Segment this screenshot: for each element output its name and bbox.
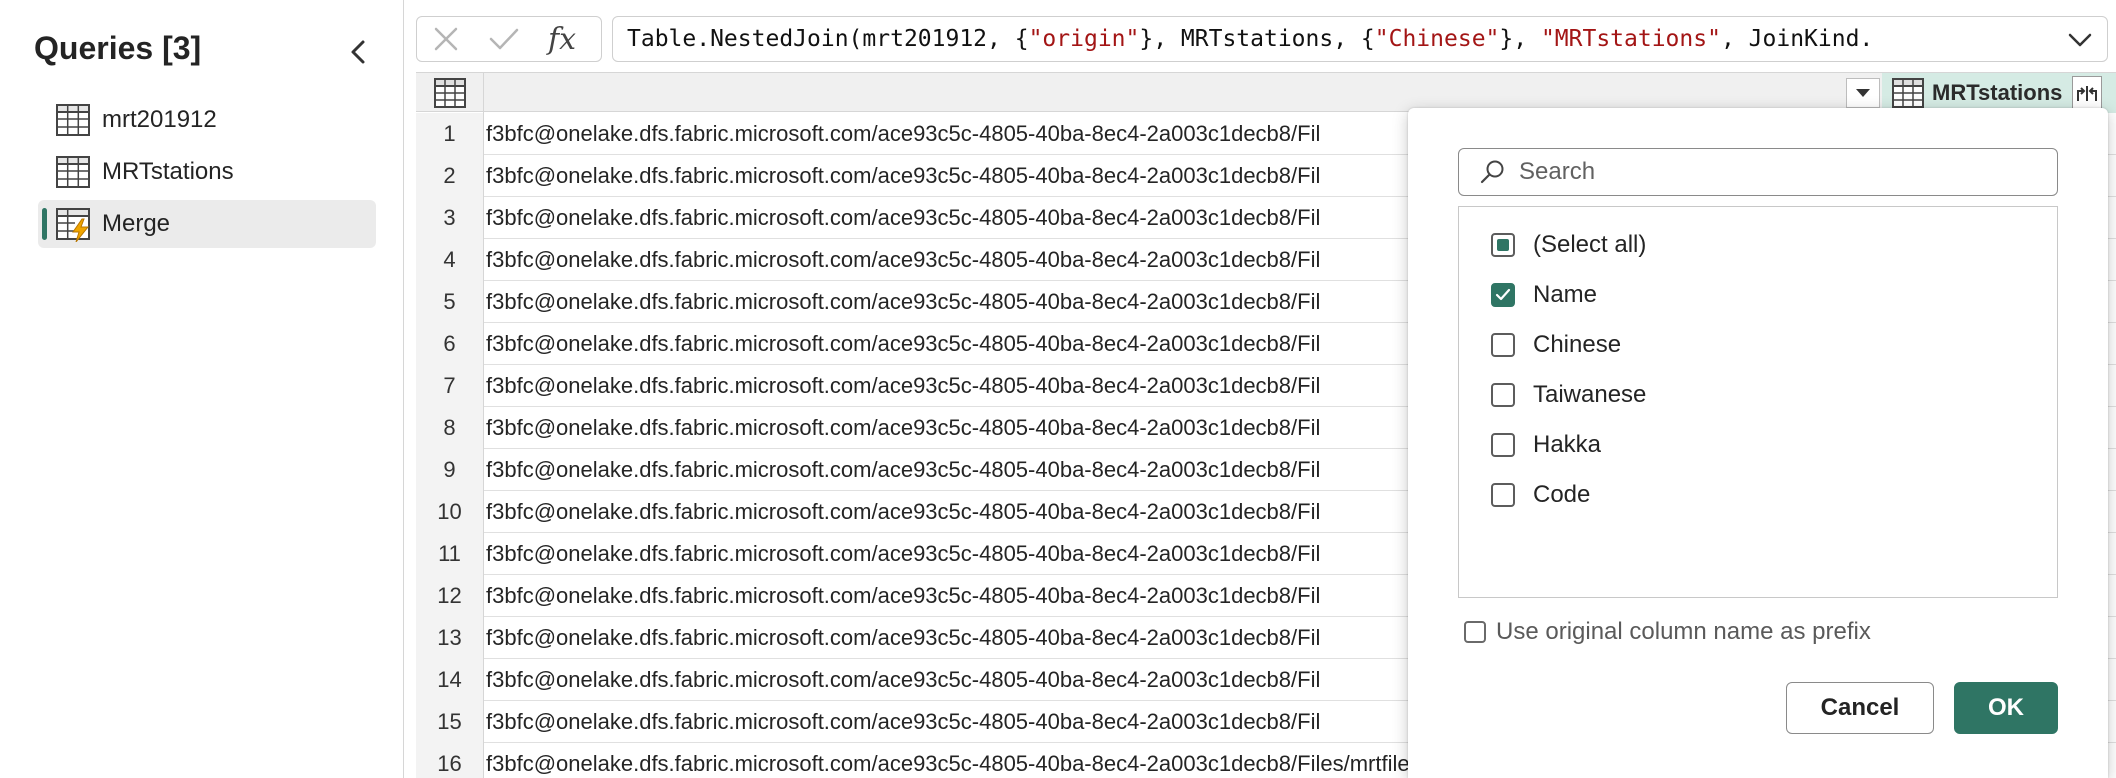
row-number[interactable]: 6 xyxy=(416,323,484,365)
table-cell[interactable]: f3bfc@onelake.dfs.fabric.microsoft.com/a… xyxy=(486,155,1320,197)
formula-string: "origin" xyxy=(1028,26,1140,52)
row-number[interactable]: 8 xyxy=(416,407,484,449)
row-number[interactable]: 7 xyxy=(416,365,484,407)
table-cell[interactable]: f3bfc@onelake.dfs.fabric.microsoft.com/a… xyxy=(486,239,1320,281)
column-option-taiwanese[interactable]: Taiwanese xyxy=(1491,375,1646,415)
expand-column-button[interactable] xyxy=(2072,76,2102,110)
row-number[interactable]: 11 xyxy=(416,533,484,575)
table-cell[interactable]: f3bfc@onelake.dfs.fabric.microsoft.com/a… xyxy=(486,491,1320,533)
table-cell[interactable]: f3bfc@onelake.dfs.fabric.microsoft.com/a… xyxy=(486,533,1320,575)
table-icon xyxy=(1892,77,1924,109)
column-filter-button[interactable] xyxy=(1846,78,1880,108)
column-list: (Select all) Name Chinese Taiwanese Hakk… xyxy=(1458,206,2058,598)
option-label: Code xyxy=(1533,481,1591,508)
table-cell[interactable]: f3bfc@onelake.dfs.fabric.microsoft.com/a… xyxy=(486,449,1320,491)
queries-pane: Queries [3] mrt201912 MRTstations Merge xyxy=(0,0,404,778)
caret-down-icon xyxy=(1856,89,1870,97)
prefix-label: Use original column name as prefix xyxy=(1496,618,1871,645)
row-number[interactable]: 10 xyxy=(416,491,484,533)
row-number[interactable]: 15 xyxy=(416,701,484,743)
checkbox-icon xyxy=(1464,621,1486,643)
table-menu-button[interactable] xyxy=(416,73,484,113)
row-number[interactable]: 2 xyxy=(416,155,484,197)
table-cell[interactable]: f3bfc@onelake.dfs.fabric.microsoft.com/a… xyxy=(486,197,1320,239)
checkbox-icon xyxy=(1491,483,1515,507)
collapse-pane-button[interactable] xyxy=(340,34,376,70)
column-option-name[interactable]: Name xyxy=(1491,275,1597,315)
table-cell[interactable]: f3bfc@onelake.dfs.fabric.microsoft.com/a… xyxy=(486,365,1320,407)
fx-button[interactable]: fx xyxy=(533,17,591,61)
formula-bar-buttons: fx xyxy=(416,16,602,62)
table-cell[interactable]: f3bfc@onelake.dfs.fabric.microsoft.com/a… xyxy=(486,701,1320,743)
close-icon xyxy=(434,27,458,51)
query-item-merge[interactable]: Merge xyxy=(38,200,376,248)
column-option-chinese[interactable]: Chinese xyxy=(1491,325,1621,365)
option-label: Taiwanese xyxy=(1533,381,1647,408)
table-cell[interactable]: f3bfc@onelake.dfs.fabric.microsoft.com/a… xyxy=(486,323,1320,365)
row-number[interactable]: 13 xyxy=(416,617,484,659)
table-lightning-icon xyxy=(54,205,92,243)
use-prefix-option[interactable]: Use original column name as prefix xyxy=(1464,612,1871,652)
fx-icon: fx xyxy=(547,21,577,57)
chevron-down-icon xyxy=(2068,33,2092,47)
table-cell[interactable]: f3bfc@onelake.dfs.fabric.microsoft.com/a… xyxy=(486,281,1320,323)
chevron-left-icon xyxy=(351,40,365,64)
column-option-hakka[interactable]: Hakka xyxy=(1491,425,1601,465)
formula-segment: Table.NestedJoin(mrt201912, { xyxy=(627,26,1029,52)
query-item-mrt201912[interactable]: mrt201912 xyxy=(38,96,376,144)
table-icon xyxy=(54,153,92,191)
expand-arrows-icon xyxy=(2077,86,2097,101)
cancel-button[interactable]: Cancel xyxy=(1786,682,1934,734)
expand-formula-button[interactable] xyxy=(2067,27,2093,53)
query-item-mrtstations[interactable]: MRTstations xyxy=(38,148,376,196)
grid-header: MRTstations xyxy=(416,72,2116,113)
column-header-label: MRTstations xyxy=(1932,80,2063,105)
formula-segment: }, MRTstations, { xyxy=(1139,26,1375,52)
checkbox-icon xyxy=(1491,333,1515,357)
row-number[interactable]: 3 xyxy=(416,197,484,239)
table-cell[interactable]: f3bfc@onelake.dfs.fabric.microsoft.com/a… xyxy=(486,617,1320,659)
formula-segment: , JoinKind. xyxy=(1720,26,1874,52)
check-icon xyxy=(489,28,519,50)
option-label: Chinese xyxy=(1533,331,1622,358)
partial-checkbox-icon xyxy=(1491,233,1515,257)
row-number[interactable]: 5 xyxy=(416,281,484,323)
table-cell[interactable]: f3bfc@onelake.dfs.fabric.microsoft.com/a… xyxy=(486,575,1320,617)
formula-input[interactable]: Table.NestedJoin(mrt201912, {"origin"}, … xyxy=(612,16,2108,62)
table-icon xyxy=(433,78,466,108)
table-cell[interactable]: f3bfc@onelake.dfs.fabric.microsoft.com/a… xyxy=(486,659,1320,701)
option-label: (Select all) xyxy=(1533,231,1647,258)
checkbox-icon xyxy=(1491,383,1515,407)
row-number[interactable]: 16 xyxy=(416,743,484,778)
select-all-option[interactable]: (Select all) xyxy=(1491,225,1646,265)
query-label: MRTstations xyxy=(102,158,234,185)
column-search-box[interactable] xyxy=(1458,148,2058,196)
queries-title: Queries [3] xyxy=(34,30,202,66)
query-label: mrt201912 xyxy=(102,106,217,133)
checkbox-icon xyxy=(1491,433,1515,457)
formula-segment: }, xyxy=(1499,26,1541,52)
option-label: Name xyxy=(1533,281,1598,308)
formula-string: "Chinese" xyxy=(1374,26,1500,52)
ok-button[interactable]: OK xyxy=(1954,682,2058,734)
query-label: Merge xyxy=(102,210,171,237)
row-number[interactable]: 9 xyxy=(416,449,484,491)
expand-column-panel: (Select all) Name Chinese Taiwanese Hakk… xyxy=(1408,108,2108,778)
search-input[interactable] xyxy=(1519,158,2039,186)
column-option-code[interactable]: Code xyxy=(1491,475,1590,515)
commit-formula-button[interactable] xyxy=(475,17,533,61)
cancel-formula-button[interactable] xyxy=(417,17,475,61)
option-label: Hakka xyxy=(1533,431,1602,458)
table-cell[interactable]: f3bfc@onelake.dfs.fabric.microsoft.com/a… xyxy=(486,113,1320,155)
row-number[interactable]: 12 xyxy=(416,575,484,617)
row-number[interactable]: 4 xyxy=(416,239,484,281)
checked-checkbox-icon xyxy=(1491,283,1515,307)
row-number[interactable]: 1 xyxy=(416,113,484,155)
formula-string: "MRTstations" xyxy=(1540,26,1721,52)
table-cell[interactable]: f3bfc@onelake.dfs.fabric.microsoft.com/a… xyxy=(486,407,1320,449)
row-number[interactable]: 14 xyxy=(416,659,484,701)
search-icon xyxy=(1477,157,1507,187)
table-icon xyxy=(54,101,92,139)
